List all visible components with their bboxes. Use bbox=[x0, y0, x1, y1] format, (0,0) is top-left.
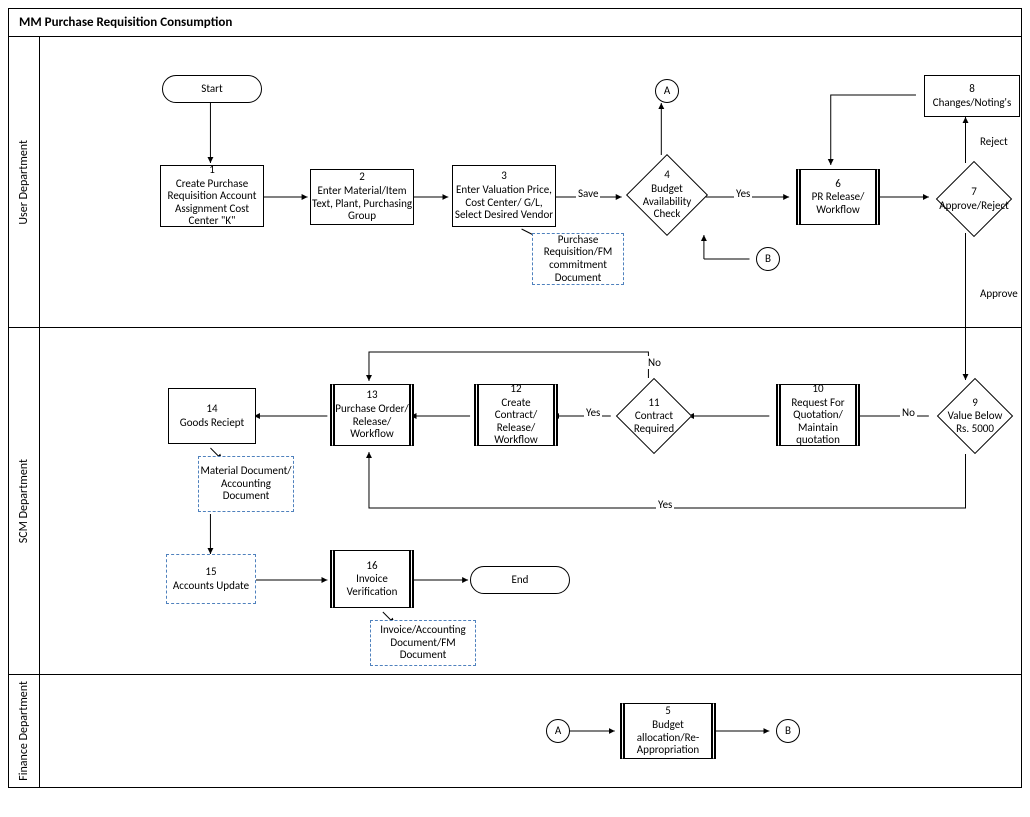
connector-A-in: A bbox=[546, 719, 570, 743]
label-reject: Reject bbox=[978, 135, 1010, 148]
label-yes-1: Yes bbox=[734, 187, 752, 200]
node-13: 13Purchase Order/ Release/ Workflow bbox=[330, 384, 414, 446]
lane-scm: 9Value Below Rs. 5000 10Request For Quot… bbox=[40, 328, 1021, 674]
end-node: End bbox=[470, 566, 570, 594]
label-no-2: No bbox=[646, 356, 663, 369]
lane-finance: A 5Budget allocation/Re- Appropriation B bbox=[40, 675, 1021, 787]
lane-label-scm: SCM Department bbox=[9, 328, 40, 674]
label-save: Save bbox=[576, 187, 600, 200]
node-9: 9Value Below Rs. 5000 bbox=[937, 378, 1013, 454]
diagram-title: MM Purchase Requisition Consumption bbox=[9, 9, 1021, 37]
node-14: 14Goods Reciept bbox=[168, 388, 256, 444]
node-15: 15Accounts Update bbox=[166, 554, 256, 604]
label-no-1: No bbox=[900, 406, 917, 419]
doc-invoice: Invoice/Accounting Document/FM Document bbox=[370, 620, 476, 666]
node-16: 16Invoice Verification bbox=[330, 550, 414, 608]
node-10: 10Request For Quotation/ Maintain quotat… bbox=[776, 384, 860, 446]
node-6: 6PR Release/ Workflow bbox=[796, 169, 880, 225]
node-1: 1Create Purchase Requisition Account Ass… bbox=[160, 165, 264, 227]
node-11: 11Contract Required bbox=[616, 378, 692, 454]
node-4: 4Budget Availability Check bbox=[627, 155, 707, 235]
node-5: 5Budget allocation/Re- Appropriation bbox=[620, 703, 716, 759]
lane-label-user: User Department bbox=[9, 37, 40, 327]
node-12: 12Create Contract/ Release/ Workflow bbox=[474, 384, 558, 446]
connector-B-in: B bbox=[756, 247, 780, 271]
node-7: 7Approve/Reject bbox=[936, 161, 1012, 237]
lane-user: Start 1Create Purchase Requisition Accou… bbox=[40, 37, 1021, 327]
label-approve: Approve bbox=[978, 287, 1020, 300]
lane-label-fin: Finance Department bbox=[9, 675, 40, 787]
start-node: Start bbox=[162, 75, 262, 103]
label-yes-3: Yes bbox=[656, 498, 674, 511]
label-yes-2: Yes bbox=[584, 406, 602, 419]
node-8: 8Changes/Noting's bbox=[924, 75, 1020, 117]
node-2: 2Enter Material/Item Text, Plant, Purcha… bbox=[310, 169, 414, 225]
doc-material: Material Document/ Accounting Document bbox=[198, 456, 294, 512]
connector-B-out: B bbox=[776, 719, 800, 743]
node-3: 3Enter Valuation Price, Cost Center/ G/L… bbox=[452, 165, 556, 227]
doc-pr: Purchase Requisition/FM commitment Docum… bbox=[532, 233, 624, 285]
connector-A-out: A bbox=[655, 79, 679, 103]
